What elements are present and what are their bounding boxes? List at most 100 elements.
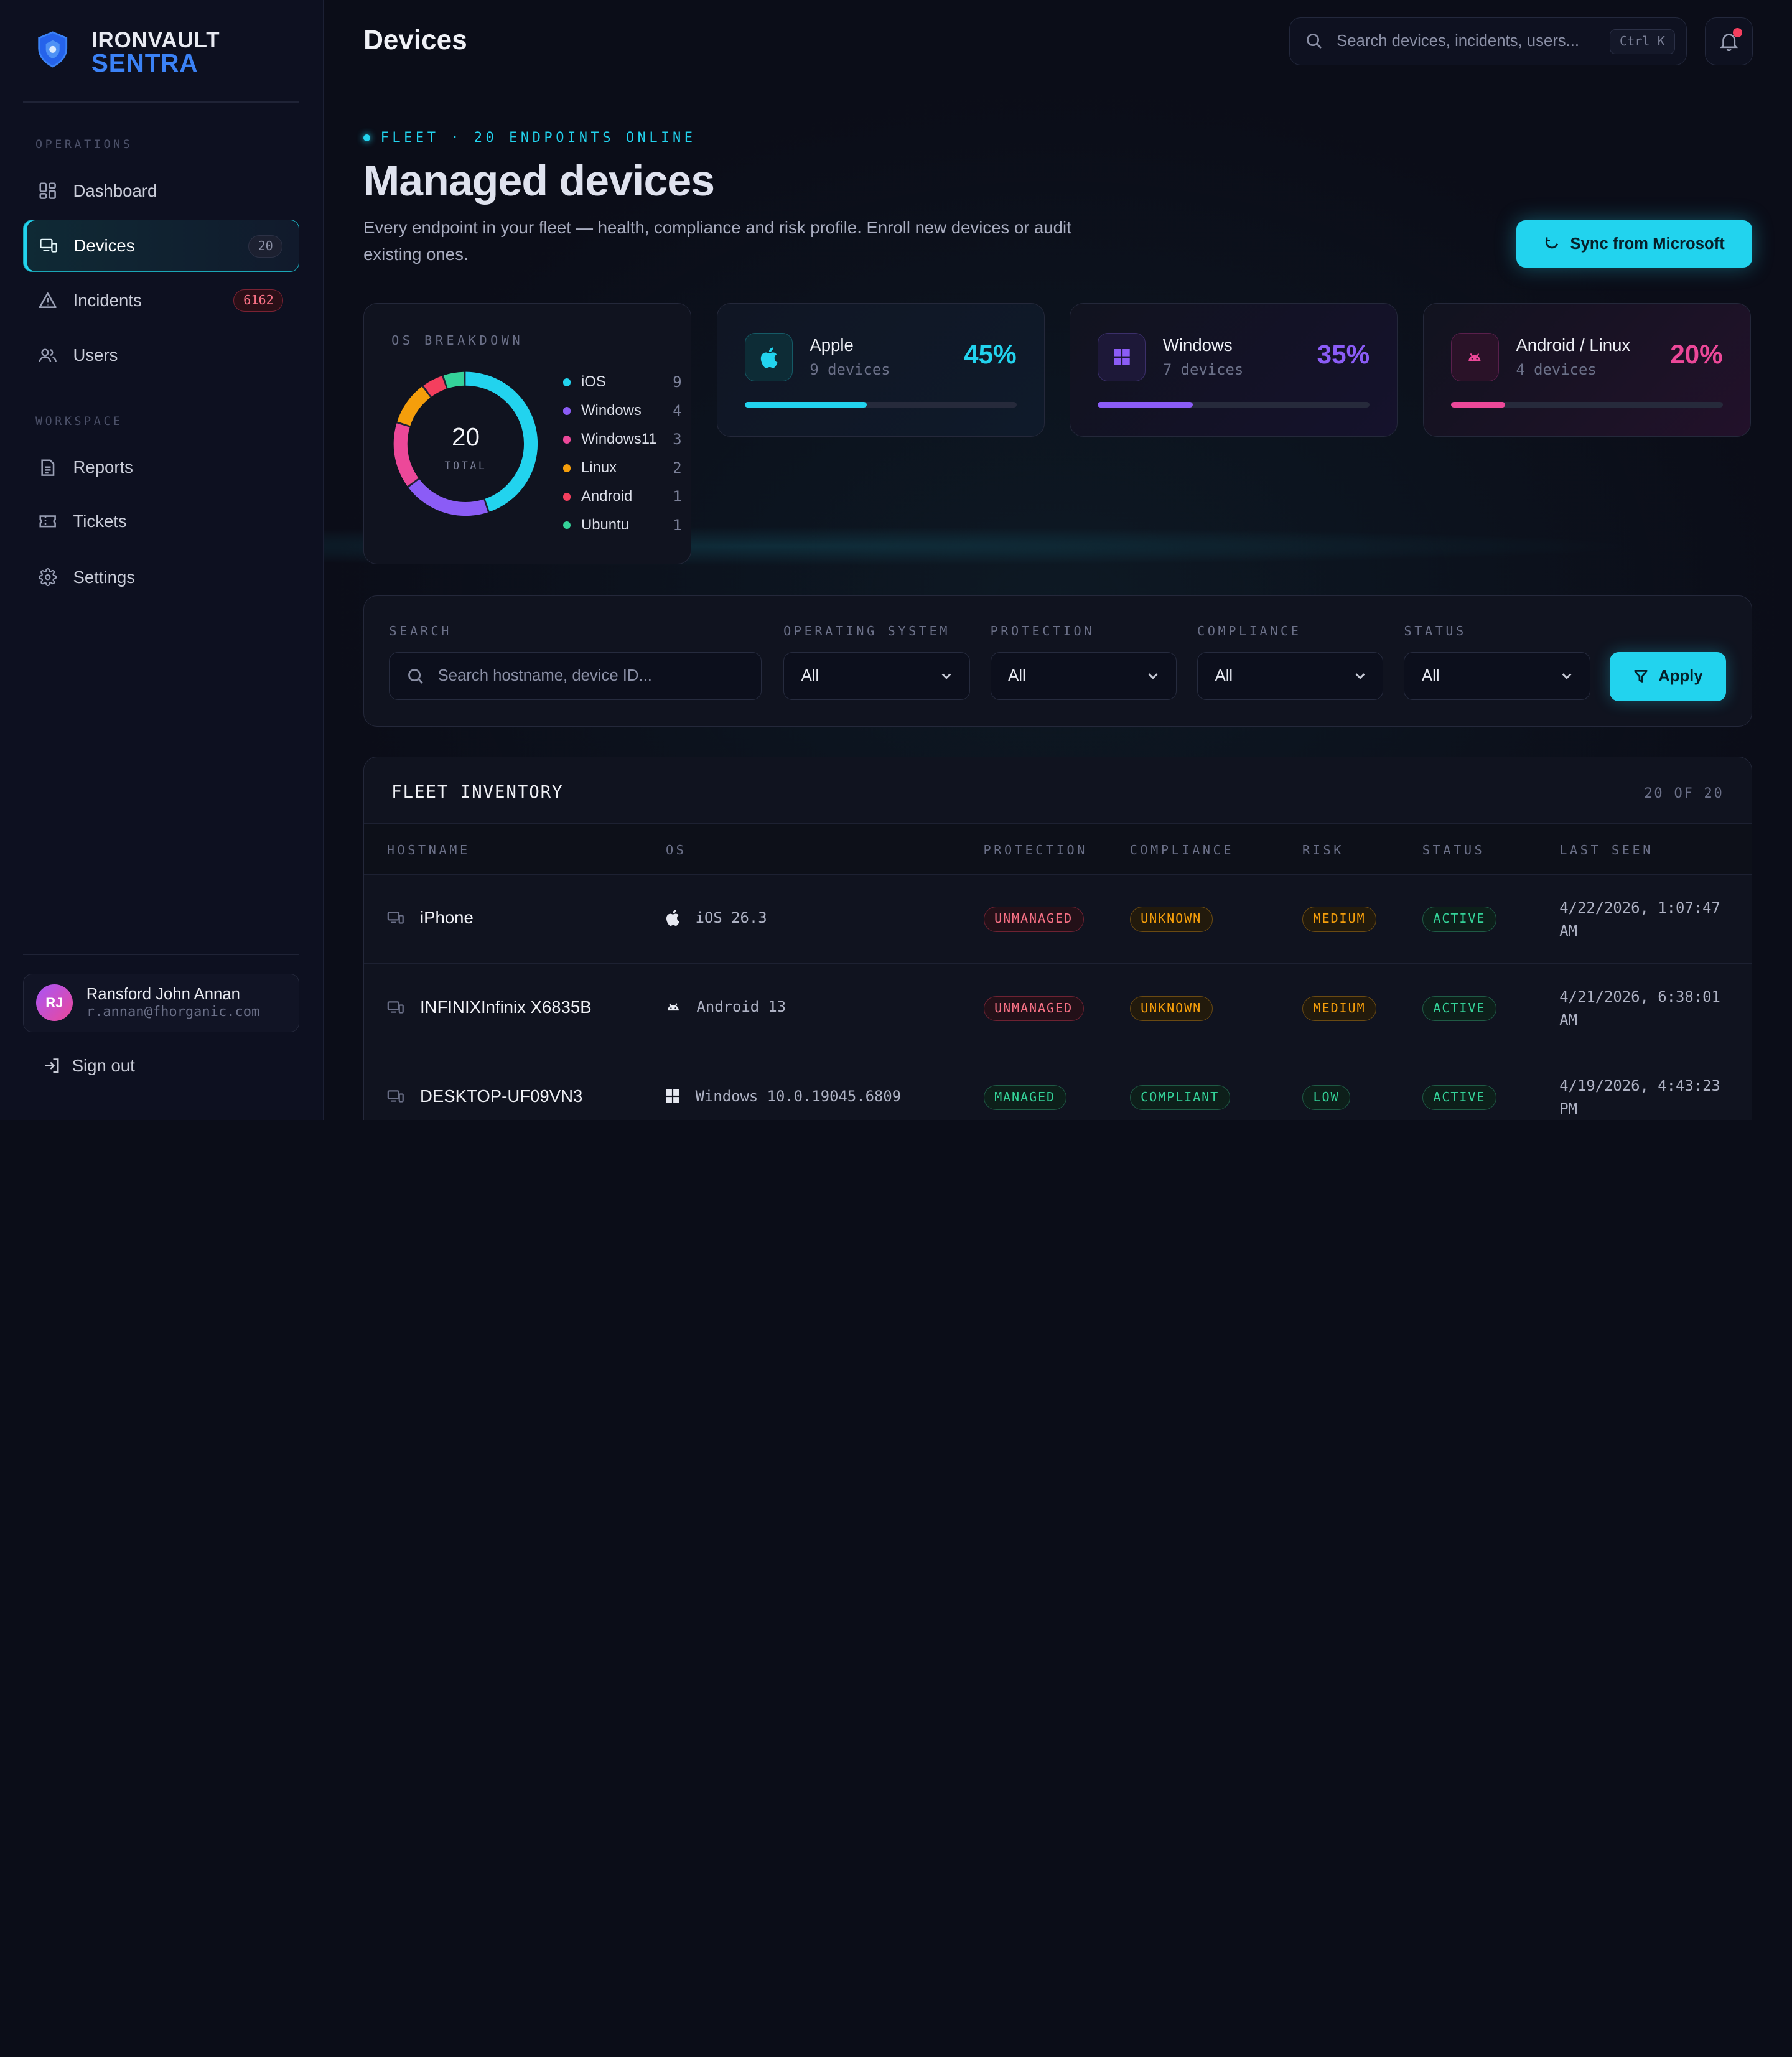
last-seen-text: 4/21/2026, 6:38:01 AM (1559, 988, 1720, 1028)
compliance-filter-select[interactable]: All (1197, 651, 1384, 701)
donut-total-value: 20 (452, 422, 480, 451)
legend-count: 1 (673, 516, 682, 534)
device-icon (387, 1000, 404, 1015)
compliance-badge: COMPLIANT (1129, 1085, 1230, 1111)
user-profile-card[interactable]: RJ Ransford John Annan r.annan@fhorganic… (22, 973, 300, 1032)
risk-badge: MEDIUM (1302, 907, 1376, 932)
sidebar-item-settings[interactable]: Settings (23, 551, 299, 603)
legend-item-windows: Windows 4 (562, 399, 682, 422)
protection-filter-value: All (1008, 666, 1026, 684)
hostname-text: iPhone (420, 908, 474, 928)
table-row[interactable]: iPhone iOS 26.3 UNMANAGED UNKNOWN MEDIUM… (364, 875, 1752, 964)
stat-progress-fill (744, 401, 867, 408)
alert-triangle-icon (39, 291, 57, 309)
brand-logo[interactable]: IRONVAULT SENTRA (37, 29, 220, 75)
fleet-inventory-table: FLEET INVENTORY 20 OF 20 HOSTNAME OS PRO… (363, 756, 1752, 1120)
legend-label: Windows11 (581, 431, 657, 448)
sidebar-item-tickets[interactable]: Tickets (23, 495, 299, 547)
dashboard-icon (39, 182, 57, 200)
sidebar-item-dashboard[interactable]: Dashboard (23, 164, 299, 217)
hostname-text: DESKTOP-UF09VN3 (420, 1086, 583, 1106)
hostname-search-input[interactable]: Search hostname, device ID... (389, 651, 762, 701)
stat-percentage: 45% (964, 340, 1017, 370)
apply-button-label: Apply (1658, 667, 1703, 685)
filter-panel: SEARCH Search hostname, device ID... OPE… (363, 595, 1752, 727)
chevron-down-icon (1353, 669, 1367, 683)
legend-label: Android (581, 488, 633, 505)
refresh-icon (1544, 236, 1560, 252)
device-icon (387, 1089, 404, 1104)
column-header-hostname[interactable]: HOSTNAME (387, 842, 470, 857)
protection-badge: UNMANAGED (983, 996, 1084, 1022)
legend-count: 4 (673, 402, 682, 420)
search-shortcut-hint: Ctrl K (1610, 29, 1675, 55)
sidebar-section-workspace: WORKSPACE (35, 414, 123, 428)
status-badge: ACTIVE (1422, 907, 1496, 932)
stat-progress-fill (1098, 401, 1193, 408)
status-badge: ACTIVE (1422, 1085, 1496, 1111)
android-icon (1450, 333, 1499, 381)
sidebar-item-label: Settings (73, 567, 136, 587)
column-header-last-seen[interactable]: LAST SEEN (1559, 842, 1653, 857)
sidebar-item-label: Reports (73, 457, 133, 477)
sidebar-item-label: Incidents (73, 291, 142, 310)
hostname-text: INFINIXInfinix X6835B (420, 997, 592, 1017)
hero-description: Every endpoint in your fleet — health, c… (363, 218, 1071, 264)
sign-out-button[interactable]: Sign out (44, 1056, 135, 1076)
sidebar-item-reports[interactable]: Reports (23, 441, 299, 493)
table-row[interactable]: INFINIXInfinix X6835B Android 13 UNMANAG… (364, 964, 1752, 1053)
notifications-button[interactable] (1705, 17, 1753, 65)
global-search-input[interactable]: Search devices, incidents, users... Ctrl… (1289, 17, 1687, 65)
stat-card-apple[interactable]: Apple 9 devices 45% (716, 302, 1045, 437)
stat-percentage: 35% (1317, 340, 1370, 370)
table-header: HOSTNAME OS PROTECTION COMPLIANCE RISK S… (364, 823, 1752, 875)
os-breakdown-label: OS BREAKDOWN (391, 333, 524, 348)
ticket-icon (39, 512, 57, 530)
legend-dot (562, 406, 571, 415)
os-text: Android 13 (696, 998, 786, 1016)
stat-card-windows[interactable]: Windows 7 devices 35% (1070, 302, 1398, 437)
os-filter-select[interactable]: All (783, 651, 970, 701)
protection-badge: UNMANAGED (983, 907, 1084, 932)
inventory-count: 20 OF 20 (1644, 785, 1724, 801)
legend-dot (562, 492, 571, 501)
legend-count: 3 (673, 431, 682, 449)
legend-label: Windows (581, 402, 642, 419)
os-filter-label: OPERATING SYSTEM (783, 623, 951, 638)
stat-percentage: 20% (1670, 340, 1723, 370)
compliance-badge: UNKNOWN (1129, 907, 1213, 932)
fleet-status-text: FLEET · 20 ENDPOINTS ONLINE (380, 130, 696, 146)
stat-device-count: 9 devices (810, 360, 890, 378)
stat-card-android-linux[interactable]: Android / Linux 4 devices 20% (1422, 302, 1751, 437)
app-root: IRONVAULT SENTRA OPERATIONS Dashboard De… (0, 0, 1792, 1120)
stat-name: Apple (810, 335, 854, 355)
search-filter-label: SEARCH (389, 623, 452, 638)
apply-filters-button[interactable]: Apply (1610, 651, 1727, 701)
users-icon (39, 347, 57, 365)
protection-filter-select[interactable]: All (990, 651, 1177, 701)
filter-icon (1633, 669, 1648, 684)
sidebar-item-incidents[interactable]: Incidents 6162 (23, 274, 299, 327)
column-header-compliance[interactable]: COMPLIANCE (1130, 842, 1234, 857)
devices-icon (39, 236, 58, 254)
hostname-cell: iPhone (387, 908, 474, 928)
legend-label: iOS (581, 373, 606, 391)
donut-total-label: TOTAL (444, 460, 487, 472)
gear-icon (39, 567, 57, 587)
compliance-filter-value: All (1215, 666, 1233, 684)
sidebar-item-label: Tickets (73, 511, 127, 531)
document-icon (39, 459, 57, 477)
sync-from-microsoft-button[interactable]: Sync from Microsoft (1516, 220, 1752, 268)
sidebar-item-users[interactable]: Users (23, 329, 299, 381)
column-header-status[interactable]: STATUS (1422, 842, 1485, 857)
sidebar-item-devices[interactable]: Devices 20 (22, 219, 300, 273)
column-header-risk[interactable]: RISK (1302, 842, 1344, 857)
table-row[interactable]: DESKTOP-UF09VN3 Windows 10.0.19045.6809 … (364, 1053, 1752, 1120)
user-name: Ransford John Annan (86, 986, 240, 1004)
column-header-protection[interactable]: PROTECTION (984, 842, 1088, 857)
page-title: Devices (363, 25, 467, 56)
status-filter-select[interactable]: All (1404, 651, 1590, 701)
compliance-filter-label: COMPLIANCE (1197, 623, 1302, 638)
last-seen-text: 4/19/2026, 4:43:23 PM (1559, 1077, 1720, 1118)
column-header-os[interactable]: OS (666, 842, 687, 857)
